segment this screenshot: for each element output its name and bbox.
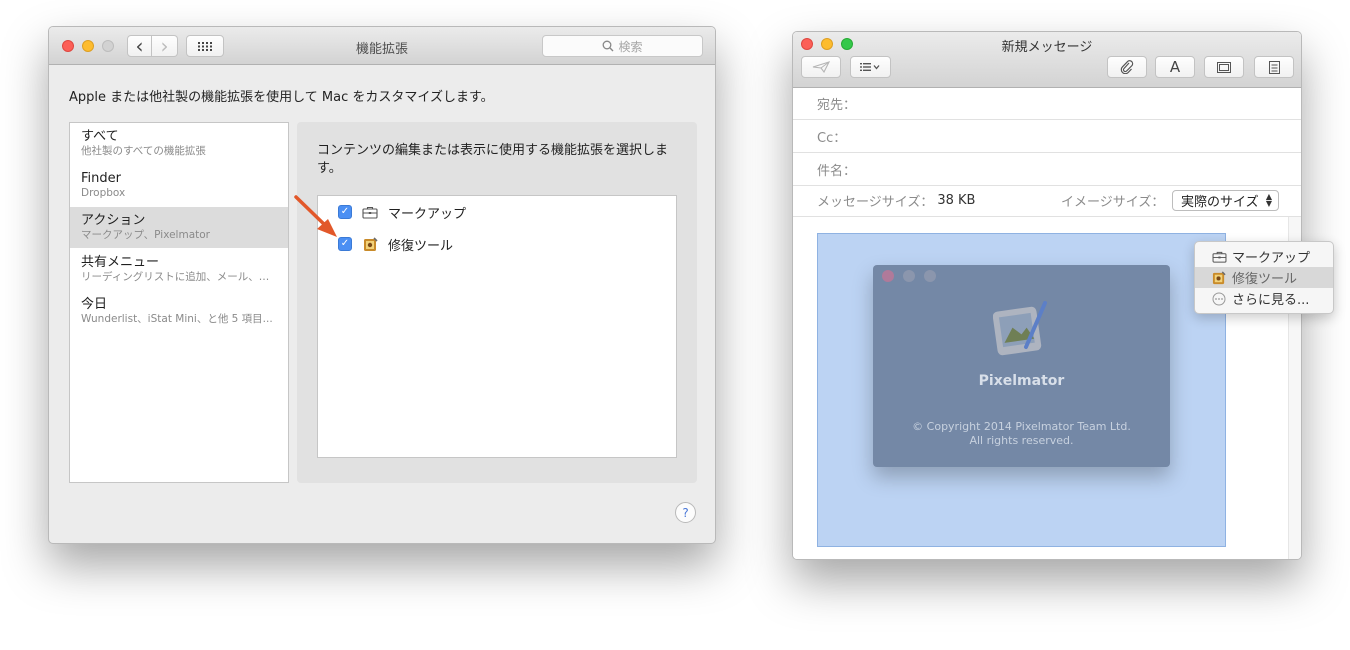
pixelmator-app-icon	[993, 301, 1047, 356]
extension-category-list: すべて 他社製のすべての機能拡張 Finder Dropbox アクション マー…	[69, 122, 289, 483]
toolbox-icon	[1211, 249, 1227, 265]
to-label: 宛先：	[817, 98, 857, 113]
sidebar-item-label: 今日	[81, 297, 108, 312]
window-title: 新規メッセージ	[1001, 40, 1093, 55]
sidebar-item-sublabel: マークアップ、Pixelmator	[81, 229, 210, 241]
extension-row-repair-tool[interactable]: ✓ 修復ツール	[338, 235, 454, 254]
extension-detail-panel: コンテンツの編集または表示に使用する機能拡張を選択します。 ✓ マークアップ ✓…	[297, 122, 697, 483]
format-button[interactable]: A	[1155, 56, 1195, 78]
sidebar-item-today[interactable]: 今日 Wunderlist、iStat Mini、と他 5 項目...	[70, 291, 288, 332]
image-size-label: イメージサイズ：	[1061, 195, 1165, 210]
menu-item-markup[interactable]: マークアップ	[1195, 246, 1333, 267]
actions-menu: マークアップ 修復ツール さらに見る...	[1194, 241, 1334, 314]
about-copyright: © Copyright 2014 Pixelmator Team Ltd. Al…	[873, 420, 1170, 448]
about-app-name: Pixelmator	[978, 373, 1065, 389]
stationery-icon	[1268, 60, 1280, 74]
paperclip-icon	[1120, 60, 1134, 74]
pixelmator-about-image: Pixelmator © Copyright 2014 Pixelmator T…	[873, 265, 1170, 467]
extensions-prefs-window: ‹ › 機能拡張 検索 Apple または他社製の機能拡張を使用して Mac を…	[48, 26, 716, 544]
cc-label: Cc：	[817, 131, 847, 146]
message-size-label: メッセージサイズ：	[817, 195, 934, 210]
stationery-button[interactable]	[1254, 56, 1294, 78]
menu-item-more[interactable]: さらに見る...	[1195, 288, 1333, 309]
sidebar-item-sublabel: Wunderlist、iStat Mini、と他 5 項目...	[81, 313, 273, 325]
sidebar-item-all[interactable]: すべて 他社製のすべての機能拡張	[70, 123, 288, 164]
send-button[interactable]	[801, 56, 841, 78]
sidebar-item-finder[interactable]: Finder Dropbox	[70, 165, 288, 206]
menu-item-label: さらに見る...	[1232, 293, 1310, 308]
titlebar: ‹ › 機能拡張 検索	[49, 27, 715, 65]
toolbox-icon	[362, 204, 378, 220]
extension-label: マークアップ	[388, 206, 467, 222]
extension-row-markup[interactable]: ✓ マークアップ	[338, 203, 467, 222]
to-field[interactable]: 宛先：	[793, 88, 1301, 120]
image-size-select[interactable]: 実際のサイズ ▲ ▼	[1172, 190, 1279, 211]
extension-list: ✓ マークアップ ✓ 修復ツール	[317, 195, 677, 458]
photo-browser-button[interactable]	[1204, 56, 1244, 78]
menu-item-label: 修復ツール	[1232, 272, 1298, 287]
sidebar-item-sublabel: リーディングリストに追加、メール、…	[81, 271, 270, 283]
page-description: Apple または他社製の機能拡張を使用して Mac をカスタマイズします。	[69, 90, 494, 105]
extension-label: 修復ツール	[388, 238, 454, 254]
send-icon	[812, 61, 830, 73]
panel-description: コンテンツの編集または表示に使用する機能拡張を選択します。	[317, 143, 669, 176]
sidebar-item-label: アクション	[81, 213, 146, 228]
help-button[interactable]: ?	[675, 502, 696, 523]
image-size-value: 実際のサイズ	[1181, 195, 1259, 210]
search-icon	[603, 40, 614, 52]
subject-field[interactable]: 件名：	[793, 154, 1301, 186]
search-field[interactable]: 検索	[542, 35, 703, 57]
more-icon	[1211, 291, 1227, 307]
about-minimize-dot	[903, 270, 915, 282]
menu-item-label: マークアップ	[1232, 251, 1311, 266]
copyright-line: © Copyright 2014 Pixelmator Team Ltd.	[912, 420, 1131, 433]
sidebar-item-sublabel: 他社製のすべての機能拡張	[81, 145, 206, 157]
copyright-line: All rights reserved.	[969, 434, 1074, 447]
sidebar-item-label: すべて	[81, 129, 119, 144]
cc-field[interactable]: Cc：	[793, 121, 1301, 153]
font-icon: A	[1169, 58, 1181, 76]
search-placeholder: 検索	[618, 39, 643, 54]
sidebar-item-actions[interactable]: アクション マークアップ、Pixelmator	[70, 207, 288, 248]
titlebar: 新規メッセージ A	[793, 32, 1301, 88]
header-fields-button[interactable]	[850, 56, 891, 78]
about-zoom-dot	[924, 270, 936, 282]
pixelmator-repair-icon	[362, 236, 378, 252]
sidebar-item-label: Finder	[81, 171, 121, 186]
list-icon	[859, 63, 879, 71]
attach-button[interactable]	[1107, 56, 1147, 78]
help-icon: ?	[682, 505, 689, 520]
sidebar-item-label: 共有メニュー	[81, 255, 160, 270]
menu-item-repair-tool[interactable]: 修復ツール	[1195, 267, 1333, 288]
chevron-updown-icon: ▲ ▼	[1265, 192, 1272, 208]
sidebar-item-sublabel: Dropbox	[81, 187, 126, 199]
pixelmator-repair-icon	[1211, 270, 1227, 286]
message-size-value: 38 KB	[937, 193, 976, 208]
annotation-arrow-icon	[294, 195, 337, 237]
subject-label: 件名：	[817, 164, 857, 179]
sidebar-item-share-menu[interactable]: 共有メニュー リーディングリストに追加、メール、…	[70, 249, 288, 290]
about-close-dot	[882, 270, 894, 282]
photo-browser-icon	[1217, 61, 1231, 73]
